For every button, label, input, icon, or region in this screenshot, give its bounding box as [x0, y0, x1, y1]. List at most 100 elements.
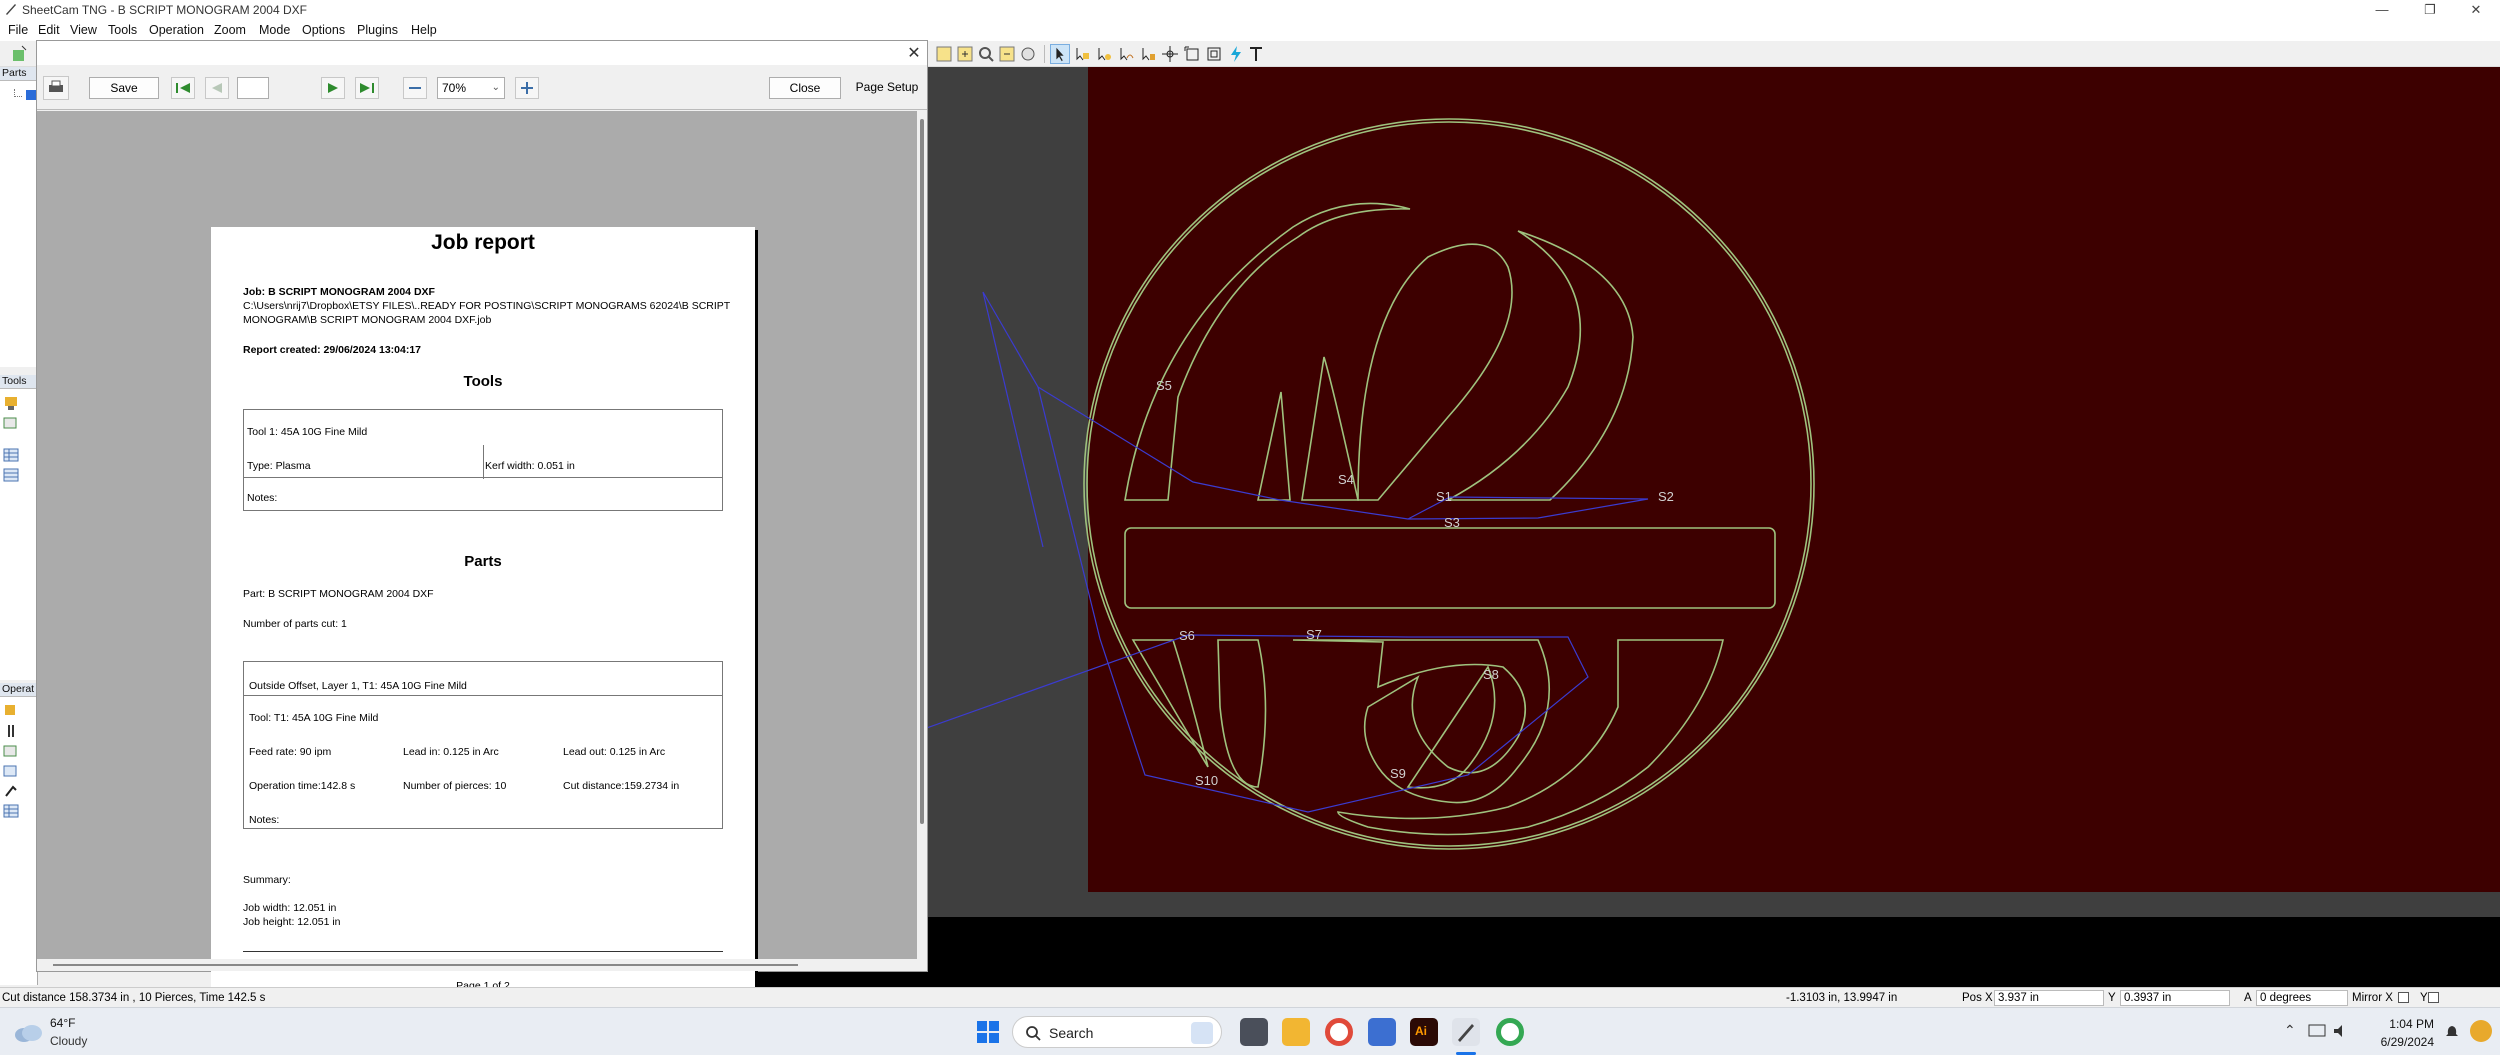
last-page-button[interactable]	[355, 77, 379, 99]
lightning-icon[interactable]	[1226, 44, 1246, 64]
select-arrow-icon[interactable]	[1050, 44, 1070, 64]
text-tool-icon[interactable]	[1246, 44, 1266, 64]
menu-edit[interactable]: Edit	[38, 23, 60, 37]
next-page-button[interactable]	[321, 77, 345, 99]
edit-start-icon[interactable]	[1094, 44, 1114, 64]
minimize-button[interactable]: —	[2362, 1, 2402, 19]
zoom-window-icon[interactable]	[934, 44, 954, 64]
sheetcam-pen-icon	[1458, 1024, 1474, 1042]
edit-lead-icon[interactable]	[1116, 44, 1136, 64]
op-cut-icon[interactable]	[3, 703, 19, 719]
calculator-icon[interactable]	[1368, 1018, 1396, 1046]
notification-bell-icon[interactable]	[2444, 1024, 2460, 1040]
tools-panel: Tools	[0, 375, 38, 680]
windows-start-icon[interactable]	[977, 1021, 999, 1043]
menu-zoom[interactable]: Zoom	[214, 23, 246, 37]
last-page-icon	[360, 83, 374, 93]
tool-add-icon[interactable]	[3, 415, 19, 431]
menu-view[interactable]: View	[70, 23, 97, 37]
horizontal-scroll-thumb[interactable]	[53, 964, 798, 966]
preview-area[interactable]: Job report Job: B SCRIPT MONOGRAM 2004 D…	[37, 111, 917, 999]
svg-text:S4: S4	[1338, 472, 1354, 487]
task-view-icon[interactable]	[1240, 1018, 1268, 1046]
page-number-field[interactable]	[237, 77, 269, 99]
tool-list-icon[interactable]	[3, 467, 19, 483]
previous-page-button[interactable]	[205, 77, 229, 99]
operation-title: Outside Offset, Layer 1, T1: 45A 10G Fin…	[249, 680, 467, 692]
clock-date[interactable]: 6/29/2024	[2364, 1035, 2434, 1049]
part-checkbox[interactable]	[26, 90, 36, 100]
weather-temperature[interactable]: 64°F	[50, 1016, 75, 1030]
pos-x-field[interactable]: 3.937 in	[1994, 990, 2104, 1006]
operation-time: Operation time:142.8 s	[249, 780, 356, 792]
close-button[interactable]: Close	[769, 77, 841, 99]
zoom-fit-icon[interactable]	[976, 44, 996, 64]
select-path-icon[interactable]	[1072, 44, 1092, 64]
search-highlight-icon	[1191, 1022, 1213, 1044]
menu-file[interactable]: File	[8, 23, 28, 37]
save-button[interactable]: Save	[89, 77, 159, 99]
first-page-button[interactable]	[171, 77, 195, 99]
zoom-out-button[interactable]	[403, 77, 427, 99]
menu-operation[interactable]: Operation	[149, 23, 204, 37]
op-add-icon[interactable]	[3, 743, 19, 759]
tool-plasma-icon[interactable]	[3, 395, 19, 411]
move-origin-icon[interactable]	[1160, 44, 1180, 64]
zoom-in-button[interactable]	[515, 77, 539, 99]
preview-toolbar: Save 70% ⌄ Close Page Setup	[37, 66, 927, 110]
svg-text:S1: S1	[1436, 489, 1452, 504]
edit-tab-icon[interactable]	[1138, 44, 1158, 64]
file-explorer-icon[interactable]	[1282, 1018, 1310, 1046]
zoom-out-icon[interactable]	[997, 44, 1017, 64]
menu-options[interactable]: Options	[302, 23, 345, 37]
preview-vertical-scrollbar[interactable]	[917, 111, 927, 959]
menu-mode[interactable]: Mode	[259, 23, 290, 37]
frame-icon[interactable]	[1204, 44, 1224, 64]
weather-condition[interactable]: Cloudy	[50, 1034, 87, 1048]
tools-table-divider	[483, 445, 484, 479]
taskbar-search[interactable]: Search	[1012, 1016, 1222, 1048]
sheetcam-taskbar-icon[interactable]	[1452, 1018, 1480, 1046]
menu-help[interactable]: Help	[411, 23, 437, 37]
preview-horizontal-scrollbar[interactable]	[37, 959, 927, 971]
view-3d-icon[interactable]	[1018, 44, 1038, 64]
chevron-up-icon[interactable]: ⌃	[2284, 1022, 2296, 1039]
report-created: Report created: 29/06/2024 13:04:17	[243, 344, 422, 356]
copilot-icon[interactable]	[2470, 1020, 2492, 1042]
pos-y-field[interactable]: 0.3937 in	[2120, 990, 2230, 1006]
zoom-select[interactable]: 70% ⌄	[437, 77, 505, 99]
next-page-icon	[328, 83, 338, 93]
illustrator-icon[interactable]: Ai	[1410, 1018, 1438, 1046]
chrome-profile-icon[interactable]	[1496, 1018, 1524, 1046]
mirror-y-checkbox[interactable]	[2428, 992, 2439, 1003]
tool-table-icon[interactable]	[3, 447, 19, 463]
op-drill-icon[interactable]	[3, 723, 19, 739]
angle-field[interactable]: 0 degrees	[2256, 990, 2348, 1006]
parts-panel: Parts	[0, 67, 38, 367]
mirror-x-checkbox[interactable]	[2398, 992, 2409, 1003]
zoom-in-icon[interactable]	[955, 44, 975, 64]
cloud-icon[interactable]	[12, 1021, 44, 1043]
print-button[interactable]	[43, 76, 69, 100]
bounding-box-icon[interactable]	[1182, 44, 1202, 64]
chrome-icon[interactable]	[1325, 1018, 1353, 1046]
op-edit-icon[interactable]	[3, 763, 19, 779]
clock-time[interactable]: 1:04 PM	[2364, 1017, 2434, 1031]
op-tool-icon[interactable]	[3, 783, 19, 799]
plus-icon	[521, 82, 533, 94]
new-part-icon[interactable]	[10, 44, 30, 64]
vertical-scroll-thumb[interactable]	[920, 119, 924, 824]
maximize-button[interactable]: ❐	[2410, 1, 2450, 19]
angle-label: A	[2244, 992, 2252, 1004]
page-setup-button[interactable]: Page Setup	[851, 77, 923, 99]
drawing-canvas[interactable]: S1 S2 S3 S4 S5 S6 S7 S8 S9 S10	[577, 67, 2500, 917]
op-table-icon[interactable]	[3, 803, 19, 819]
preview-close-x-icon[interactable]: ✕	[905, 43, 923, 63]
report-page: Job report Job: B SCRIPT MONOGRAM 2004 D…	[211, 227, 755, 999]
menu-plugins[interactable]: Plugins	[357, 23, 398, 37]
menu-tools[interactable]: Tools	[108, 23, 137, 37]
network-icon[interactable]	[2308, 1023, 2326, 1039]
close-window-button[interactable]: ✕	[2456, 1, 2496, 19]
volume-icon[interactable]	[2332, 1023, 2350, 1039]
parts-panel-header: Parts	[0, 67, 37, 81]
